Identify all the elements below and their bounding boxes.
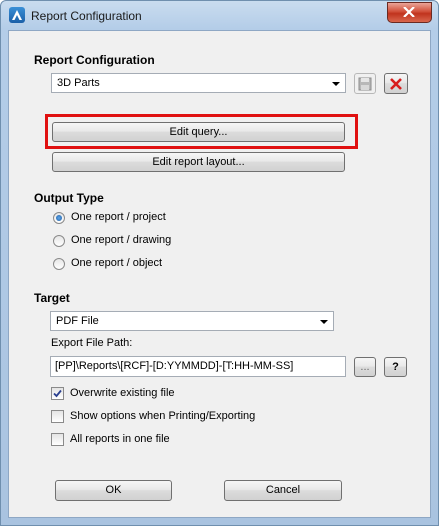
highlight-box (45, 114, 358, 149)
radio-label-drawing: One report / drawing (71, 234, 172, 246)
report-config-select[interactable]: 3D Parts (51, 73, 346, 93)
output-type-heading: Output Type (34, 191, 104, 205)
app-logo-icon (9, 7, 25, 23)
target-value: PDF File (56, 315, 99, 327)
checkbox-label-show-options: Show options when Printing/Exporting (70, 410, 256, 422)
ok-label: OK (105, 484, 122, 496)
radio-one-report-object[interactable] (53, 258, 65, 270)
edit-layout-label: Edit report layout... (152, 156, 245, 168)
edit-layout-button[interactable]: Edit report layout... (52, 152, 345, 172)
export-path-label: Export File Path: (51, 337, 133, 349)
window-close-button[interactable] (387, 2, 432, 23)
chevron-down-icon (320, 320, 328, 324)
radio-label-object: One report / object (71, 257, 163, 269)
export-path-value: [PP]\Reports\[RCF]-[D:YYMMDD]-[T:HH-MM-S… (55, 360, 294, 372)
checkbox-label-all-reports: All reports in one file (70, 433, 170, 445)
cancel-label: Cancel (265, 484, 301, 496)
delete-config-button[interactable] (384, 73, 408, 94)
target-heading: Target (34, 291, 70, 305)
browse-button[interactable]: ... (354, 357, 376, 377)
report-config-value: 3D Parts (57, 77, 100, 89)
export-path-input[interactable]: [PP]\Reports\[RCF]-[D:YYMMDD]-[T:HH-MM-S… (50, 356, 346, 377)
checkbox-overwrite[interactable] (51, 387, 64, 400)
window-title: Report Configuration (31, 9, 142, 23)
chevron-down-icon (332, 82, 340, 86)
cancel-button[interactable]: Cancel (224, 480, 342, 501)
radio-one-report-project[interactable] (53, 212, 65, 224)
target-select[interactable]: PDF File (50, 311, 334, 331)
help-label: ? (392, 361, 399, 373)
report-config-heading: Report Configuration (34, 53, 155, 67)
title-bar[interactable]: Report Configuration (1, 1, 438, 29)
delete-x-icon (390, 78, 402, 90)
browse-label: ... (360, 361, 370, 373)
save-icon (358, 77, 372, 91)
help-button[interactable]: ? (384, 357, 407, 377)
ok-button[interactable]: OK (55, 480, 172, 501)
radio-one-report-drawing[interactable] (53, 235, 65, 247)
close-icon (403, 7, 415, 17)
checkbox-label-overwrite: Overwrite existing file (70, 387, 175, 399)
checkmark-icon (53, 389, 62, 398)
checkbox-show-options[interactable] (51, 410, 64, 423)
radio-label-project: One report / project (71, 211, 166, 223)
checkbox-all-reports[interactable] (51, 433, 64, 446)
save-config-button[interactable] (354, 73, 376, 94)
